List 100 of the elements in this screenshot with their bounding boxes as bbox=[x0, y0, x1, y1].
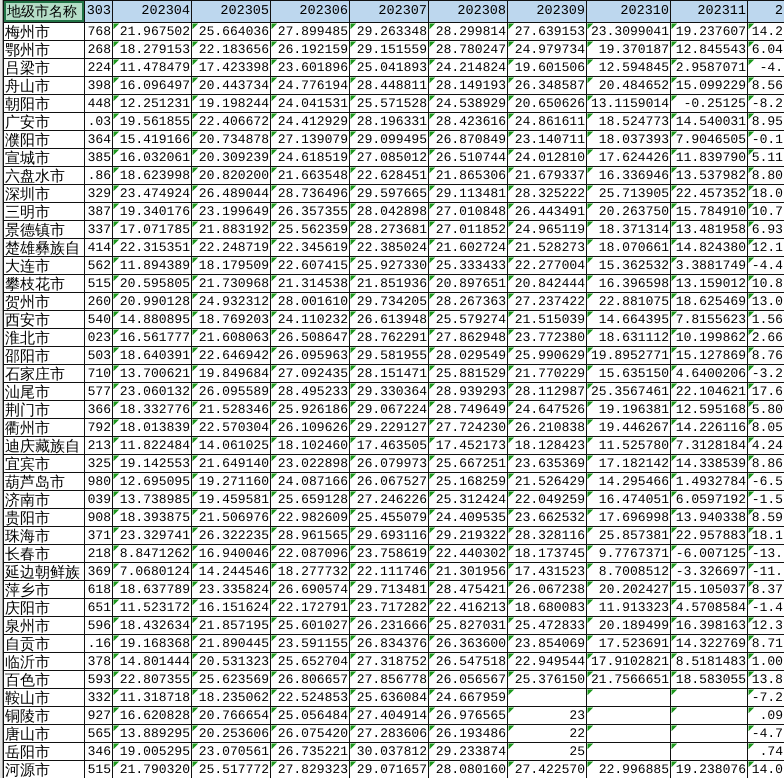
table-cell: 18.769203 bbox=[192, 310, 270, 328]
table-cell: 364 bbox=[84, 130, 112, 148]
city-name-cell: 唐山市 bbox=[4, 724, 84, 742]
table-cell: 24.538929 bbox=[428, 94, 508, 112]
table-cell: 22.440302 bbox=[428, 544, 508, 562]
column-header[interactable]: 202304 bbox=[112, 0, 192, 22]
table-cell: 11.839790 bbox=[670, 148, 748, 166]
table-cell: 18.128423 bbox=[508, 436, 586, 454]
table-cell: 23.060132 bbox=[112, 382, 192, 400]
table-cell: 25.827031 bbox=[428, 616, 508, 634]
table-cell: 21.790320 bbox=[112, 760, 192, 778]
table-cell: 5.11 bbox=[748, 148, 784, 166]
column-header[interactable]: 202306 bbox=[270, 0, 350, 22]
table-cell: .74 bbox=[748, 742, 784, 760]
table-cell: 16.940046 bbox=[192, 544, 270, 562]
table-cell: 18.070661 bbox=[586, 238, 670, 256]
table-cell: .03 bbox=[84, 112, 112, 130]
table-cell: 414 bbox=[84, 238, 112, 256]
table-cell: 21.967502 bbox=[112, 22, 192, 40]
table-cell: 15.362532 bbox=[586, 256, 670, 274]
table-cell: 14.061025 bbox=[192, 436, 270, 454]
table-cell: 908 bbox=[84, 508, 112, 526]
table-cell: 22.570304 bbox=[192, 418, 270, 436]
city-name-cell: 珠海市 bbox=[4, 526, 84, 544]
table-cell: 25.713905 bbox=[586, 184, 670, 202]
table-cell: 26.547518 bbox=[428, 652, 508, 670]
table-cell: 12.845543 bbox=[670, 40, 748, 58]
column-header[interactable]: 202310 bbox=[586, 0, 670, 22]
table-cell: 596 bbox=[84, 616, 112, 634]
table-cell: 13.700621 bbox=[112, 364, 192, 382]
table-cell: -13. bbox=[748, 544, 784, 562]
table-cell: 29.067224 bbox=[350, 400, 428, 418]
table-cell: 387 bbox=[84, 202, 112, 220]
column-header[interactable]: 202307 bbox=[350, 0, 428, 22]
table-cell: 14.801444 bbox=[112, 652, 192, 670]
table-cell: 18.277732 bbox=[270, 562, 350, 580]
table-cell: 22.807355 bbox=[112, 670, 192, 688]
city-name-cell: 铜陵市 bbox=[4, 706, 84, 724]
column-header[interactable]: 2 bbox=[748, 0, 784, 22]
table-cell: .16 bbox=[84, 634, 112, 652]
table-cell: 19.271160 bbox=[192, 472, 270, 490]
table-cell: 26.508647 bbox=[270, 328, 350, 346]
table-cell: 562 bbox=[84, 256, 112, 274]
table-cell: 28.328116 bbox=[508, 526, 586, 544]
column-header[interactable]: 地级市名称 bbox=[4, 0, 84, 22]
table-cell: 24.041531 bbox=[270, 94, 350, 112]
table-cell: 18.102460 bbox=[270, 436, 350, 454]
table-cell: 11.525780 bbox=[586, 436, 670, 454]
table-cell: 23.854069 bbox=[508, 634, 586, 652]
city-name-cell: 葫芦岛市 bbox=[4, 472, 84, 490]
table-cell: 25.455079 bbox=[350, 508, 428, 526]
column-header[interactable]: 202311 bbox=[670, 0, 748, 22]
table-cell: 17.523691 bbox=[586, 634, 670, 652]
table-cell: 23.591155 bbox=[270, 634, 350, 652]
table-cell: 8.80 bbox=[748, 166, 784, 184]
table-cell: 1.00 bbox=[748, 652, 784, 670]
table-cell: 039 bbox=[84, 490, 112, 508]
table-cell: 11.523172 bbox=[112, 598, 192, 616]
table-cell: 22.277004 bbox=[508, 256, 586, 274]
table-cell: 398 bbox=[84, 76, 112, 94]
table-cell: 21.602724 bbox=[428, 238, 508, 256]
table-cell: 22.416213 bbox=[428, 598, 508, 616]
table-cell: 24.979734 bbox=[508, 40, 586, 58]
table-cell: 20.484652 bbox=[586, 76, 670, 94]
table-cell: 20.189499 bbox=[586, 616, 670, 634]
table-cell: 30.037812 bbox=[350, 742, 428, 760]
column-header[interactable]: 202305 bbox=[192, 0, 270, 22]
table-cell: 378 bbox=[84, 652, 112, 670]
city-name-cell: 六盘水市 bbox=[4, 166, 84, 184]
table-cell: 21.730968 bbox=[192, 274, 270, 292]
table-cell: 28.149193 bbox=[428, 76, 508, 94]
table-cell: 24.618519 bbox=[270, 148, 350, 166]
table-cell: 10.7 bbox=[748, 202, 784, 220]
table-cell: 4.6400206 bbox=[670, 364, 748, 382]
table-cell: 927 bbox=[84, 706, 112, 724]
table-cell: 26.357355 bbox=[270, 202, 350, 220]
column-header[interactable]: 202308 bbox=[428, 0, 508, 22]
table-cell: 25.562359 bbox=[270, 220, 350, 238]
table-cell: 19.561855 bbox=[112, 112, 192, 130]
table-cell: 22.183656 bbox=[192, 40, 270, 58]
table-cell: 29.219322 bbox=[428, 526, 508, 544]
table-cell: 24.110232 bbox=[270, 310, 350, 328]
city-name-cell: 荆门市 bbox=[4, 400, 84, 418]
table-cell: 18.179509 bbox=[192, 256, 270, 274]
table-cell: 24.012810 bbox=[508, 148, 586, 166]
table-cell: 28.448811 bbox=[350, 76, 428, 94]
table-cell: 13.738985 bbox=[112, 490, 192, 508]
table-cell: 27.724230 bbox=[428, 418, 508, 436]
table-cell: 13.889295 bbox=[112, 724, 192, 742]
city-name-cell: 鞍山市 bbox=[4, 688, 84, 706]
table-cell: 15.635150 bbox=[586, 364, 670, 382]
column-header[interactable]: 202309 bbox=[508, 0, 586, 22]
column-header[interactable]: 303 bbox=[84, 0, 112, 22]
table-cell: 26.075420 bbox=[270, 724, 350, 742]
table-cell: 25.926186 bbox=[270, 400, 350, 418]
table-cell: 14.2 bbox=[748, 22, 784, 40]
table-cell: 21.770229 bbox=[508, 364, 586, 382]
table-cell: 28.475421 bbox=[428, 580, 508, 598]
table-cell: 22.248719 bbox=[192, 238, 270, 256]
table-cell: 26.806657 bbox=[270, 670, 350, 688]
